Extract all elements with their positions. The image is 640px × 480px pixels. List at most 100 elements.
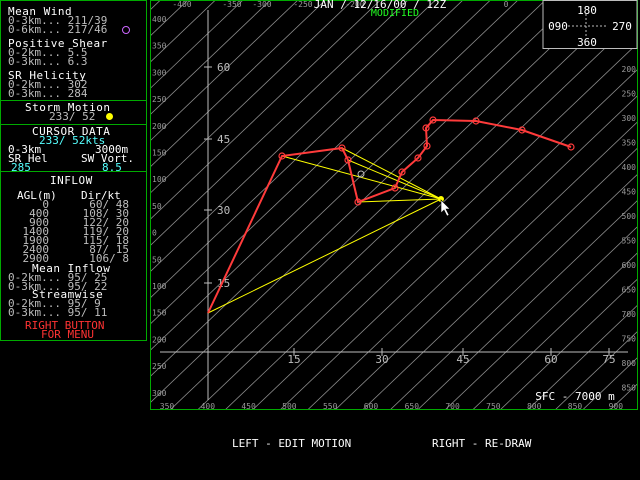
sfc-layer-label: SFC - 7000 m [535, 390, 615, 403]
storm-motion-value: 233/ 52 [49, 110, 96, 123]
hodograph-panel[interactable]: 60 45 30 15 15 30 45 60 75 -400 -350 -300 -250 -200 0 4… [150, 0, 638, 411]
right-edge-label: 550 [622, 237, 637, 246]
bottom-edge-label: 650 [405, 402, 420, 410]
left-edge-label: 200 [152, 335, 167, 344]
top-edge-label: 0 [504, 0, 509, 9]
left-edge-label: 250 [152, 95, 167, 104]
right-edge-label: 450 [622, 188, 637, 197]
grid-diagonal [151, 1, 491, 324]
bottom-edge-label: 450 [241, 402, 256, 410]
top-edge-label: -350 [222, 0, 241, 9]
left-edge-label: 50 [152, 255, 162, 264]
bottom-edge-label: 900 [609, 402, 624, 410]
bottom-edge-label: 850 [568, 402, 583, 410]
top-edge-label: -400 [172, 0, 191, 9]
right-edge-label: 650 [622, 286, 637, 295]
grid-diagonal [500, 278, 637, 409]
x-speed-label: 30 [375, 353, 388, 366]
storm-relative-line [207, 198, 442, 314]
left-edge-label: 0 [152, 229, 157, 238]
left-edge-label: 100 [152, 282, 167, 291]
positive-shear-row: 0-3km... 6.3 [8, 55, 88, 68]
bottom-edge-label: 400 [201, 402, 216, 410]
grid-diagonal [170, 1, 601, 409]
hodograph-trace [207, 116, 575, 314]
left-edge-label: 350 [152, 42, 167, 51]
left-edge-label: 250 [152, 362, 167, 371]
left-edge-label: 150 [152, 309, 167, 318]
storm-relative-line [341, 147, 442, 200]
grid-diagonal [197, 1, 628, 409]
grid-diagonal [527, 305, 637, 409]
x-speed-label: 75 [602, 353, 615, 366]
storm-relative-line [347, 159, 442, 200]
grid-diagonal [151, 1, 463, 298]
menu-hint-line2: FOR MENU [41, 328, 94, 341]
cursor-data-panel: CURSOR DATA 233/ 52kts 0-3km 3000m SR He… [0, 124, 147, 173]
grid-diagonal [151, 1, 271, 115]
grid-diagonal [610, 383, 637, 409]
sidebar: Mean Wind 0-3km... 211/39 0-6km... 217/4… [0, 0, 147, 341]
right-edge-label: 800 [622, 359, 637, 368]
grid-diagonal [555, 331, 637, 409]
grid-diagonal [362, 148, 637, 409]
top-edge-label: -250 [293, 0, 312, 9]
streamwise-row: 0-3km... 95/ 11 [8, 306, 108, 319]
right-edge-label: 500 [622, 212, 637, 221]
compass-east: 270 [612, 20, 632, 33]
right-edge-label: 250 [622, 90, 637, 99]
helicity-row: 0-3km... 284 [8, 87, 88, 100]
wind-summary-panel: Mean Wind 0-3km... 211/39 0-6km... 217/4… [0, 0, 147, 101]
modified-status: MODIFIED [371, 8, 419, 19]
grid-diagonal [151, 1, 353, 193]
left-edge-label: 400 [152, 15, 167, 24]
bottom-edge-label: 700 [445, 402, 460, 410]
bottom-edge-label: 750 [486, 402, 501, 410]
bottom-edge-label: 500 [282, 402, 297, 410]
left-edge-label: 100 [152, 175, 167, 184]
grid-diagonal [225, 17, 637, 409]
grid-diagonal [280, 69, 637, 409]
ring-speed-label: 30 [217, 204, 230, 217]
grid-diagonal [151, 1, 326, 167]
footer-right-hint: RIGHT - RE-DRAW [432, 437, 532, 450]
mean-wind-circle-icon [122, 26, 130, 34]
grid-diagonal [472, 252, 637, 409]
right-edge-label: 400 [622, 163, 637, 172]
left-edge-label: 300 [152, 389, 167, 398]
storm-motion-panel: Storm Motion 233/ 52 [0, 100, 147, 125]
footer-left-hint: LEFT - EDIT MOTION [232, 437, 352, 450]
left-edge-label: 150 [152, 149, 167, 158]
grid-diagonal [151, 1, 546, 377]
left-edge-label: 300 [152, 68, 167, 77]
right-edge-label: 350 [622, 139, 637, 148]
bottom-edge-label: 600 [364, 402, 379, 410]
bottom-edge-label: 350 [160, 402, 175, 410]
bottom-edge-label: 550 [323, 402, 338, 410]
hodograph-canvas[interactable]: 6045301515 30 45 60 75-400 -350 -300 -250 -200 04… [150, 0, 638, 411]
compass-west: 090 [548, 20, 568, 33]
storm-relative-line [281, 155, 442, 200]
ring-speed-label: 45 [217, 133, 230, 146]
grid-diagonal [151, 1, 408, 246]
mouse-cursor-icon [440, 199, 451, 217]
right-edge-label: 850 [622, 384, 637, 393]
mean-wind-row: 0-6km... 217/46 [8, 23, 108, 36]
storm-relative-line [357, 198, 442, 203]
compass-south: 360 [577, 36, 597, 49]
left-edge-label: 50 [152, 202, 162, 211]
inflow-title: INFLOW [50, 174, 93, 187]
compass-box: 180 090 270 360 [542, 0, 638, 49]
right-edge-label: 300 [622, 114, 637, 123]
right-edge-label: 600 [622, 261, 637, 270]
x-speed-label: 15 [287, 353, 300, 366]
right-edge-label: 700 [622, 310, 637, 319]
right-edge-label: 200 [622, 65, 637, 74]
inflow-panel: INFLOW AGL(m) Dir/kt 0 60/ 48 400 108/ 30 90… [0, 171, 147, 341]
ring-speed-label: 60 [217, 61, 230, 74]
compass-north: 180 [577, 4, 597, 17]
right-edge-label: 750 [622, 335, 637, 344]
storm-motion-dot-icon [106, 113, 113, 120]
left-edge-label: 200 [152, 122, 167, 131]
bottom-edge-label: 800 [527, 402, 542, 410]
